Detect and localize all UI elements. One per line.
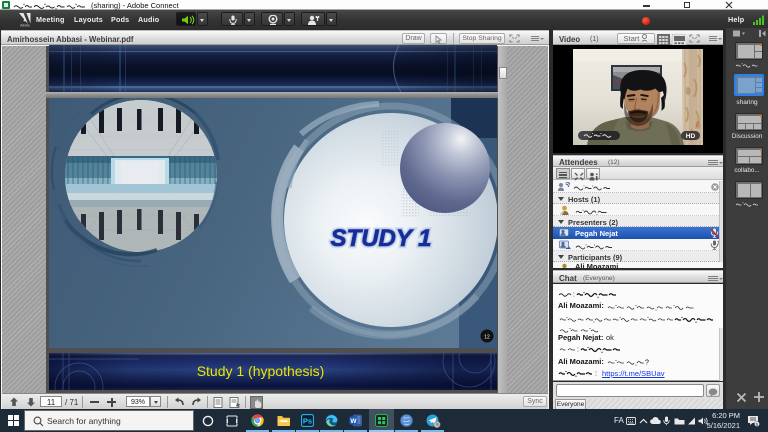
svg-text:Adobe: Adobe xyxy=(20,24,30,28)
svg-text:HD: HD xyxy=(686,133,696,140)
svg-text::: : xyxy=(573,292,575,299)
svg-text:12: 12 xyxy=(484,335,490,341)
svg-text:STUDY 1: STUDY 1 xyxy=(331,225,432,252)
svg-text::: : xyxy=(595,371,597,378)
svg-text:Ps: Ps xyxy=(303,417,312,426)
svg-text:W: W xyxy=(350,418,357,425)
svg-text::: : xyxy=(577,347,579,354)
svg-text:?: ? xyxy=(645,360,649,367)
